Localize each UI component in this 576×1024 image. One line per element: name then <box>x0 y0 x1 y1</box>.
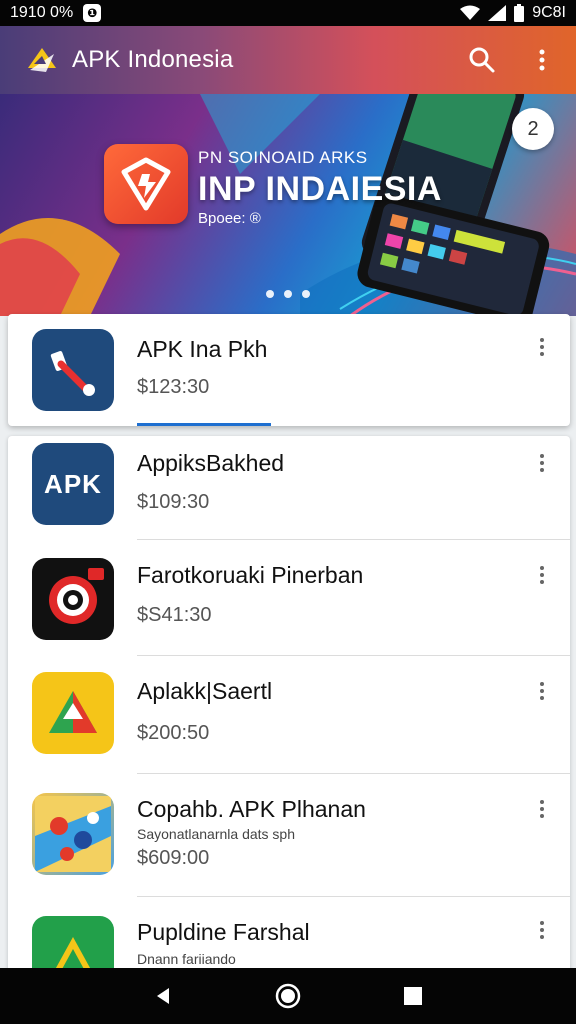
overflow-menu-button[interactable] <box>524 42 560 78</box>
app-title: Farotkoruaki Pinerban <box>137 562 364 588</box>
more-button[interactable] <box>530 448 554 478</box>
featured-progress-bar <box>137 423 271 426</box>
system-nav-bar <box>0 968 576 1024</box>
list-item[interactable]: Farotkoruaki Pinerban $S41:30 <box>8 540 570 655</box>
search-icon <box>469 47 495 73</box>
featured-app-title: APK Ina Pkh <box>137 336 268 362</box>
featured-app-price: $123:30 <box>137 376 210 398</box>
banner-subtitle: PN SOINOAID ARKS <box>198 148 368 167</box>
more-button[interactable] <box>530 915 554 945</box>
more-button[interactable] <box>530 676 554 706</box>
more-button[interactable] <box>530 560 554 590</box>
app-title: APK Indonesia <box>72 46 234 73</box>
battery-icon <box>514 4 525 22</box>
apk-text-icon: APK <box>32 443 114 525</box>
map-pins-icon <box>32 793 114 875</box>
pager-dot[interactable] <box>302 290 310 298</box>
more-button[interactable] <box>530 794 554 824</box>
shield-plus-icon <box>121 157 171 211</box>
list-item[interactable]: Aplakk|Saertl $200:50 <box>8 656 570 773</box>
app-subtitle: Sayonatlanarnla dats sph <box>137 826 295 842</box>
notification-badge-icon: ❶ <box>83 4 102 22</box>
pager-dot[interactable] <box>266 290 274 298</box>
back-icon <box>156 988 169 1004</box>
app-price: $609:00 <box>137 847 210 869</box>
home-icon <box>275 983 301 1009</box>
apk-logo-icon <box>28 48 56 72</box>
banner-title: INP INDAIESIA <box>198 170 442 208</box>
app-title: AppiksBakhed <box>137 450 285 476</box>
signal-icon <box>488 5 507 21</box>
banner-counter-badge[interactable]: 2 <box>512 108 554 150</box>
app-title: Pupldine Farshal <box>137 919 310 945</box>
more-vert-icon <box>539 49 545 71</box>
featured-more-button[interactable] <box>530 332 554 362</box>
banner-tag: Bpoee: ® <box>198 210 261 227</box>
home-button[interactable] <box>268 976 308 1016</box>
wrench-icon <box>50 351 95 396</box>
app-list: APK AppiksBakhed $109:30 Farotkoruaki Pi… <box>8 436 570 976</box>
app-title: Aplakk|Saertl <box>137 678 273 704</box>
app-title: Copahb. APK Plhanan <box>137 796 366 822</box>
status-bar: 1910 0% ❶ 9C8I <box>0 0 576 26</box>
list-item[interactable]: APK AppiksBakhed $109:30 <box>8 436 570 539</box>
status-right-text: 9C8I <box>532 4 566 21</box>
app-subtitle: Dnann fariiando <box>137 951 236 967</box>
search-button[interactable] <box>464 42 500 78</box>
app-price: $109:30 <box>137 491 210 513</box>
pager-dot[interactable] <box>284 290 292 298</box>
red-target-icon <box>32 558 114 640</box>
app-price: $200:50 <box>137 722 210 744</box>
banner-app-icon <box>104 144 188 224</box>
promo-banner[interactable]: PN SOINOAID ARKS INP INDAIESIA Bpoee: ® … <box>0 94 576 316</box>
list-item[interactable]: Copahb. APK Plhanan Sayonatlanarnla dats… <box>8 774 570 896</box>
back-button[interactable] <box>143 976 183 1016</box>
triangle-play-icon <box>32 672 114 754</box>
featured-app-icon <box>32 329 114 411</box>
recents-button[interactable] <box>393 976 433 1016</box>
green-triangle-icon <box>32 916 114 976</box>
wifi-icon <box>460 5 481 20</box>
app-bar: APK Indonesia <box>0 26 576 94</box>
status-time: 1910 0% <box>10 4 74 21</box>
app-price: $S41:30 <box>137 604 212 626</box>
featured-app-card[interactable]: APK Ina Pkh $123:30 <box>8 314 570 426</box>
recents-icon <box>404 987 423 1005</box>
list-item[interactable]: Pupldine Farshal Dnann fariiando <box>8 897 570 976</box>
banner-pager-dots[interactable] <box>0 290 576 298</box>
